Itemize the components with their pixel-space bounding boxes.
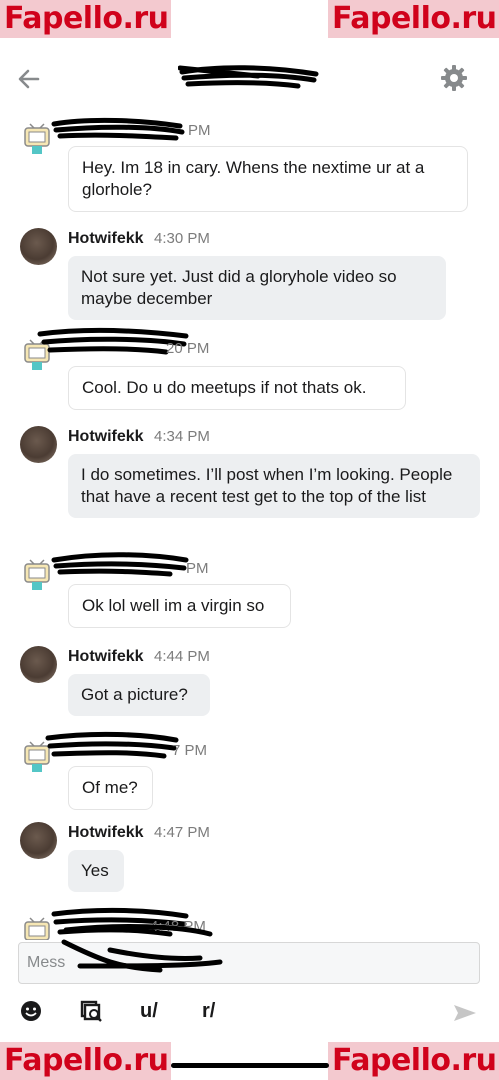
message-time: PM: [186, 560, 209, 577]
message-time: 7 PM: [172, 742, 208, 759]
message-bubble: Cool. Do u do meetups if not thats ok.: [68, 366, 406, 410]
message-time: 4:44 PM: [154, 648, 210, 665]
chat-header: [0, 50, 499, 106]
avatar[interactable]: [20, 822, 57, 859]
avatar[interactable]: [20, 228, 57, 265]
send-icon: [454, 1005, 476, 1021]
message-time: 20 PM: [166, 340, 210, 357]
message-bubble: Got a picture?: [68, 674, 210, 716]
back-button[interactable]: [14, 64, 44, 94]
message-time: 4:34 PM: [154, 428, 210, 445]
send-button[interactable]: [452, 1002, 478, 1032]
redacted-title-scribble: [178, 65, 319, 89]
watermark-top-right: Fapello.ru: [328, 0, 499, 38]
avatar[interactable]: [20, 646, 57, 683]
watermark-bottom-left: Fapello.ru: [0, 1042, 171, 1080]
message-meta: Hotwifekk 4:30 PM: [68, 230, 210, 248]
redacted-username-scribble: [51, 552, 189, 577]
message-author[interactable]: Hotwifekk: [68, 824, 144, 841]
message-bubble: Not sure yet. Just did a gloryhole video…: [68, 256, 446, 320]
message-bubble: Of me?: [68, 766, 153, 810]
message-bubble: Hey. Im 18 in cary. Whens the nextime ur…: [68, 146, 468, 212]
emoji-button[interactable]: [20, 1000, 42, 1030]
image-search-icon: [80, 1000, 102, 1022]
settings-button[interactable]: [439, 63, 469, 93]
message-meta: Hotwifekk 4:44 PM: [68, 648, 210, 666]
arrow-left-icon: [18, 69, 40, 89]
watermark-top-left: Fapello.ru: [0, 0, 171, 38]
redacted-username-scribble: [45, 731, 179, 759]
message-time: PM: [188, 122, 211, 139]
message-meta: PM: [188, 122, 211, 140]
message-meta: 7 PM: [172, 742, 207, 760]
watermark-bottom-right: Fapello.ru: [328, 1042, 499, 1080]
message-bubble: Ok lol well im a virgin so: [68, 584, 291, 628]
message-bubble: I do sometimes. I’ll post when I’m looki…: [68, 454, 480, 518]
redacted-composer-scribble: [61, 924, 223, 973]
message-feed[interactable]: PM Hey. Im 18 in cary. Whens the nextime…: [0, 110, 499, 940]
message-meta: Hotwifekk 4:47 PM: [68, 824, 210, 842]
user-mention-button[interactable]: u/: [140, 996, 158, 1026]
message-meta: Hotwifekk 4:34 PM: [68, 428, 210, 446]
redacted-username-scribble: [51, 117, 185, 141]
composer-toolbar: u/ r/: [0, 996, 499, 1030]
avatar[interactable]: [20, 426, 57, 463]
image-button[interactable]: [80, 1000, 104, 1030]
gear-icon: [441, 65, 467, 91]
message-bubble: Yes: [68, 850, 124, 892]
subreddit-mention-button[interactable]: r/: [202, 996, 215, 1026]
message-author[interactable]: Hotwifekk: [68, 428, 144, 445]
message-meta: 20 PM: [166, 340, 209, 358]
message-author[interactable]: Hotwifekk: [68, 230, 144, 247]
message-time: 4:47 PM: [154, 824, 210, 841]
smiley-icon: [21, 1001, 41, 1021]
message-time: 4:30 PM: [154, 230, 210, 247]
message-author[interactable]: Hotwifekk: [68, 648, 144, 665]
message-meta: PM: [186, 560, 209, 578]
home-indicator[interactable]: [171, 1063, 329, 1068]
